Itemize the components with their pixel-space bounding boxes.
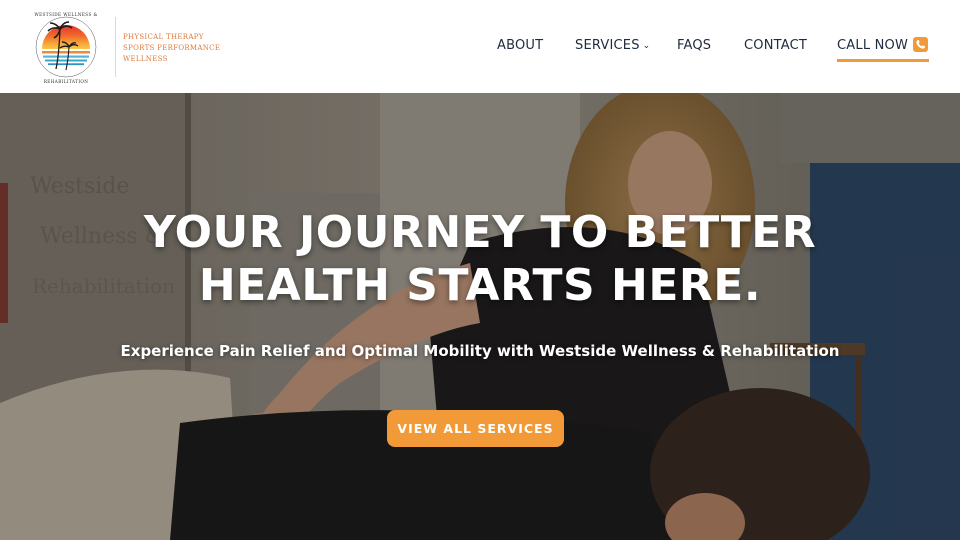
- site-header: WESTSIDE WELLNESS & REHABILITATION PHYSI…: [0, 0, 960, 93]
- view-all-services-button[interactable]: VIEW ALL SERVICES: [387, 410, 564, 447]
- nav-item-faqs[interactable]: FAQS: [677, 38, 711, 53]
- hero-title-line-2: HEALTH STARTS HERE.: [198, 260, 762, 311]
- nav-item-contact[interactable]: CONTACT: [744, 38, 807, 53]
- call-now-label: CALL NOW: [837, 38, 908, 53]
- hero-subtitle: Experience Pain Relief and Optimal Mobil…: [120, 342, 840, 360]
- main-nav: ABOUT SERVICES ⌄ FAQS CONTACT CALL NOW: [0, 0, 960, 93]
- call-now-button[interactable]: CALL NOW: [837, 36, 929, 62]
- nav-item-services-label: SERVICES: [575, 38, 640, 53]
- nav-item-about[interactable]: ABOUT: [497, 38, 543, 53]
- nav-item-services[interactable]: SERVICES ⌄: [575, 38, 650, 53]
- hero-title-line-1: YOUR JOURNEY TO BETTER: [143, 207, 817, 258]
- hero-dark-overlay: [0, 93, 960, 540]
- chevron-down-icon: ⌄: [642, 41, 651, 51]
- hero-title: YOUR JOURNEY TO BETTER HEALTH STARTS HER…: [0, 206, 960, 312]
- phone-icon: [913, 37, 928, 52]
- hero-section: Westside Wellness & Rehabilitation YOUR …: [0, 93, 960, 540]
